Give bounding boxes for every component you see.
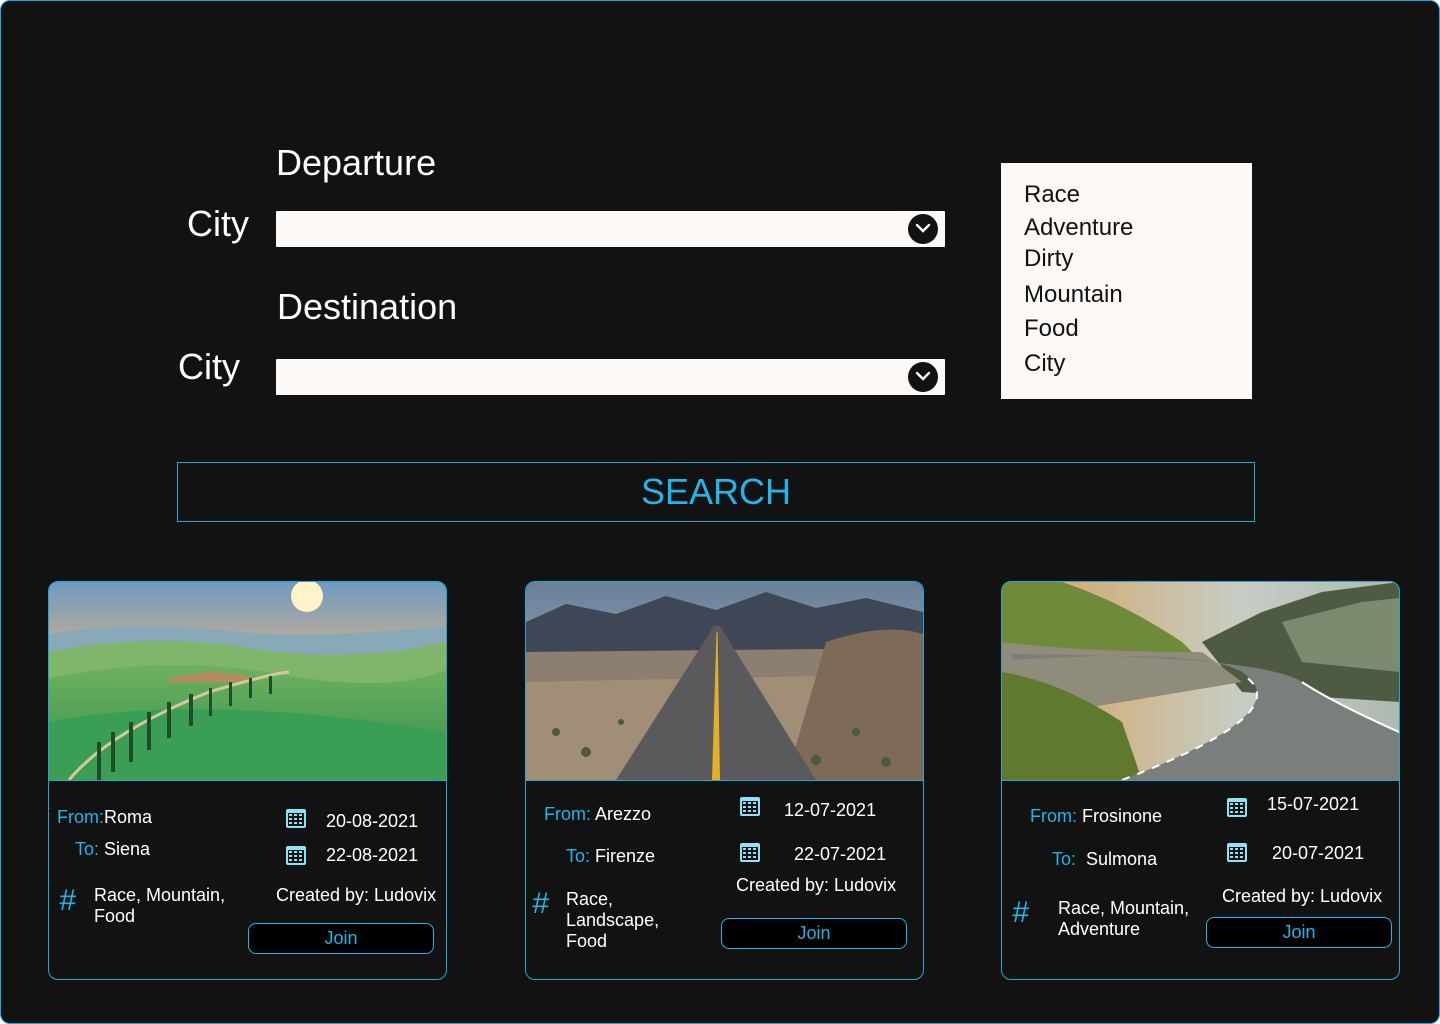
- category-item-race[interactable]: Race: [1024, 181, 1080, 209]
- category-item-dirty[interactable]: Dirty: [1024, 245, 1073, 273]
- to-city: Sulmona: [1086, 849, 1158, 869]
- trip-photo-desert-road: [526, 582, 923, 781]
- date-end: 22-07-2021: [794, 844, 887, 864]
- trip-tags: Race, Mountain, Food: [94, 885, 226, 926]
- from-city: Roma: [104, 807, 153, 827]
- destination-heading: Destination: [277, 286, 458, 327]
- from-city: Frosinone: [1082, 806, 1163, 826]
- destination-city-label: City: [178, 346, 240, 387]
- to-city: Siena: [104, 839, 151, 859]
- calendar-icon: [740, 797, 760, 816]
- trip-card: From:Roma To: Siena 20-08-2021 22-08-202…: [48, 581, 447, 980]
- chevron-down-icon[interactable]: [908, 362, 938, 392]
- to-key: To:: [1052, 849, 1077, 869]
- category-item-city[interactable]: City: [1024, 350, 1065, 378]
- hashtag-icon: #: [532, 887, 549, 920]
- calendar-icon: [740, 843, 760, 862]
- trip-tags: Race, Mountain, Adventure: [1058, 898, 1190, 939]
- created-by: Created by: Ludovix: [1222, 886, 1383, 906]
- departure-city-label: City: [187, 203, 249, 244]
- from-city: Arezzo: [595, 804, 652, 824]
- calendar-icon: [286, 809, 306, 828]
- destination-city-select[interactable]: [276, 359, 945, 395]
- category-item-food[interactable]: Food: [1024, 315, 1079, 343]
- trip-tags: Race, Landscape, Food: [566, 889, 660, 951]
- category-list: Race Adventure Dirty Mountain Food City: [1001, 163, 1252, 399]
- join-button[interactable]: Join: [721, 918, 907, 949]
- trip-card: From: Arezzo To: Firenze 12-07-2021 22-0…: [525, 581, 924, 980]
- to-city: Firenze: [595, 846, 656, 866]
- from-key: From:: [1030, 806, 1077, 826]
- created-by: Created by: Ludovix: [276, 885, 437, 905]
- chevron-down-icon[interactable]: [908, 214, 938, 244]
- app-frame: Departure City Destination City Race Adv…: [0, 0, 1440, 1024]
- calendar-icon: [1227, 798, 1247, 817]
- date-start: 12-07-2021: [784, 800, 877, 820]
- search-button[interactable]: SEARCH: [177, 462, 1255, 522]
- created-by: Created by: Ludovix: [736, 875, 897, 895]
- join-button[interactable]: Join: [248, 923, 434, 954]
- date-start: 15-07-2021: [1267, 794, 1360, 814]
- trip-photo-tuscan-hills: [49, 582, 446, 781]
- trip-photo-mountain-road: [1002, 582, 1399, 781]
- join-button[interactable]: Join: [1206, 917, 1392, 948]
- departure-city-select[interactable]: [276, 211, 945, 247]
- from-key: From:: [544, 804, 591, 824]
- date-end: 20-07-2021: [1272, 843, 1365, 863]
- trip-card: From: Frosinone To: Sulmona 15-07-2021 2…: [1001, 581, 1400, 980]
- date-end: 22-08-2021: [326, 845, 419, 865]
- hashtag-icon: #: [1012, 896, 1029, 929]
- from-key: From:: [57, 807, 104, 827]
- category-item-mountain[interactable]: Mountain: [1024, 281, 1123, 309]
- calendar-icon: [286, 846, 306, 865]
- hashtag-icon: #: [59, 884, 76, 917]
- category-item-adventure[interactable]: Adventure: [1024, 214, 1133, 242]
- departure-heading: Departure: [276, 142, 437, 183]
- date-start: 20-08-2021: [326, 811, 419, 831]
- to-key: To:: [566, 846, 591, 866]
- to-key: To:: [75, 839, 100, 859]
- calendar-icon: [1227, 843, 1247, 862]
